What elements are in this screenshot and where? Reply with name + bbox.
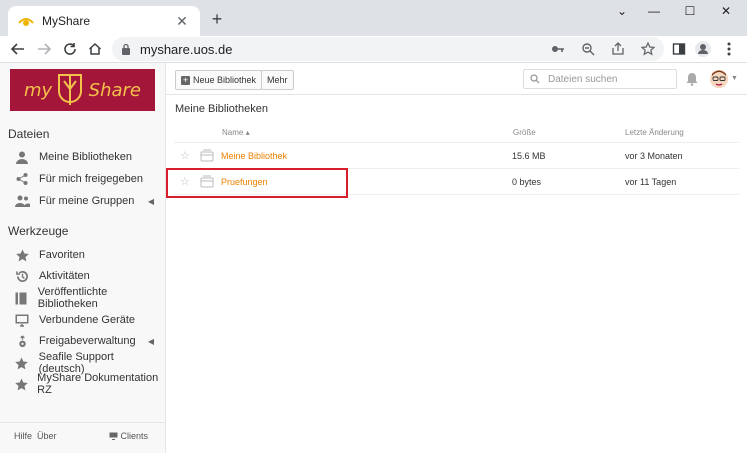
forward-icon[interactable] bbox=[34, 39, 54, 59]
sidebar-item-favorites[interactable]: Favoriten bbox=[14, 245, 160, 265]
monitor-icon bbox=[14, 312, 30, 328]
avatar-caret-icon[interactable]: ▼ bbox=[731, 75, 738, 82]
tab-search-icon[interactable]: ⌄ bbox=[612, 4, 632, 18]
column-header-name[interactable]: Name ▴ bbox=[222, 128, 250, 137]
bookmark-star-icon[interactable] bbox=[640, 41, 656, 57]
sidebar-item-label: MyShare Dokumentation RZ bbox=[37, 372, 159, 396]
back-icon[interactable] bbox=[8, 39, 28, 59]
browser-tab[interactable]: MyShare ✕ bbox=[8, 6, 200, 36]
sidebar-item-label: Veröffentlichte Bibliotheken bbox=[37, 286, 108, 310]
lock-icon bbox=[122, 43, 130, 55]
maximize-button[interactable]: ☐ bbox=[680, 4, 700, 18]
url-text: myshare.uos.de bbox=[140, 41, 233, 57]
logo-text-share: Share bbox=[88, 79, 141, 101]
star-icon bbox=[14, 376, 28, 392]
search-icon bbox=[530, 74, 540, 84]
logo-text-my: my bbox=[24, 79, 53, 101]
column-header-size[interactable]: Größe bbox=[513, 128, 536, 137]
tab-close-icon[interactable]: ✕ bbox=[174, 13, 190, 30]
star-icon bbox=[14, 355, 30, 371]
browser-menu-icon[interactable] bbox=[720, 40, 738, 58]
favorite-star-icon[interactable]: ☆ bbox=[180, 149, 190, 162]
more-label: Mehr bbox=[267, 75, 288, 85]
user-avatar[interactable] bbox=[710, 70, 728, 88]
search-box[interactable] bbox=[523, 69, 677, 89]
expand-caret-icon[interactable]: ◀ bbox=[148, 337, 154, 346]
sidebar-item-label: Für mich freigegeben bbox=[39, 173, 143, 185]
profile-icon[interactable] bbox=[694, 40, 712, 58]
sidebar-item-label: Für meine Gruppen bbox=[39, 195, 135, 207]
tools-section-title: Werkzeuge bbox=[8, 224, 69, 238]
new-tab-button[interactable]: + bbox=[208, 10, 226, 28]
clients-label: Clients bbox=[120, 431, 149, 441]
sidebar-item-shared-with-me[interactable]: Für mich freigegeben bbox=[14, 169, 160, 189]
new-library-label: Neue Bibliothek bbox=[193, 75, 257, 85]
sidebar-item-label: Aktivitäten bbox=[39, 270, 90, 282]
more-button[interactable]: Mehr bbox=[261, 70, 294, 90]
sidebar-item-my-groups[interactable]: Für meine Gruppen ◀ bbox=[14, 191, 160, 211]
logo-mark-icon bbox=[58, 74, 83, 105]
column-header-modified[interactable]: Letzte Änderung bbox=[625, 128, 684, 137]
library-modified: vor 3 Monaten bbox=[625, 151, 683, 161]
browser-titlebar: MyShare ✕ + ⌄ — ☐ ✕ bbox=[0, 0, 747, 36]
sidebar-item-label: Freigabeverwaltung bbox=[39, 335, 136, 347]
sidebar-item-label: Verbundene Geräte bbox=[39, 314, 136, 326]
sidebar-footer: Hilfe Über Clients bbox=[0, 422, 166, 453]
close-window-button[interactable]: ✕ bbox=[716, 4, 736, 18]
reload-icon[interactable] bbox=[60, 39, 80, 59]
notification-bell-icon[interactable] bbox=[686, 72, 698, 86]
library-name-link[interactable]: Meine Bibliothek bbox=[221, 151, 287, 161]
sidebar-item-label: Favoriten bbox=[39, 249, 85, 261]
sidebar-item-my-libraries[interactable]: Meine Bibliotheken bbox=[14, 147, 160, 167]
about-link[interactable]: Über bbox=[37, 431, 57, 441]
sidebar: my Share Dateien Meine Bibliotheken Für … bbox=[0, 63, 166, 453]
expand-caret-icon[interactable]: ◀ bbox=[148, 197, 154, 206]
minimize-button[interactable]: — bbox=[644, 4, 664, 18]
group-icon bbox=[14, 193, 30, 209]
history-icon bbox=[14, 268, 30, 284]
key-icon[interactable] bbox=[550, 41, 566, 57]
myshare-logo[interactable]: my Share bbox=[10, 69, 155, 111]
search-input[interactable] bbox=[548, 73, 668, 85]
library-size: 0 bytes bbox=[512, 177, 542, 187]
share-icon bbox=[14, 171, 30, 187]
myshare-favicon-icon bbox=[18, 18, 34, 26]
plus-icon: + bbox=[181, 74, 190, 85]
clients-link[interactable]: Clients bbox=[109, 431, 148, 441]
library-size: 15.6 MB bbox=[512, 151, 546, 161]
sidebar-item-label: Meine Bibliotheken bbox=[39, 151, 132, 163]
main-content: + Neue Bibliothek Mehr ▼ Meine Bibliothe… bbox=[166, 63, 747, 453]
address-bar[interactable]: myshare.uos.de bbox=[112, 37, 664, 61]
page-content: my Share Dateien Meine Bibliotheken Für … bbox=[0, 62, 747, 453]
library-icon bbox=[200, 149, 214, 162]
library-modified: vor 11 Tagen bbox=[625, 177, 677, 187]
zoom-icon[interactable] bbox=[580, 41, 596, 57]
top-bar: + Neue Bibliothek Mehr ▼ bbox=[166, 63, 747, 95]
monitor-icon bbox=[109, 432, 118, 440]
sidebar-item-seafile-support[interactable]: Seafile Support (deutsch) bbox=[14, 351, 160, 375]
star-icon bbox=[14, 247, 30, 263]
sidebar-item-published-libraries[interactable]: Veröffentlichte Bibliotheken bbox=[14, 286, 160, 310]
help-link[interactable]: Hilfe bbox=[14, 431, 32, 441]
table-header: Name ▴ Größe Letzte Änderung bbox=[174, 121, 739, 143]
sidebar-item-myshare-docs[interactable]: MyShare Dokumentation RZ bbox=[14, 372, 160, 396]
book-icon bbox=[14, 290, 29, 306]
sidebar-item-share-admin[interactable]: Freigabeverwaltung ◀ bbox=[14, 331, 160, 351]
share-manage-icon bbox=[14, 333, 30, 349]
table-row[interactable]: ☆ Meine Bibliothek 15.6 MB vor 3 Monaten bbox=[174, 143, 739, 169]
page-title: Meine Bibliotheken bbox=[175, 103, 268, 115]
side-panel-icon[interactable] bbox=[670, 40, 688, 58]
share-page-icon[interactable] bbox=[610, 41, 626, 57]
browser-toolbar: myshare.uos.de bbox=[0, 36, 747, 62]
user-icon bbox=[14, 149, 30, 165]
new-library-button[interactable]: + Neue Bibliothek bbox=[175, 70, 263, 90]
home-icon[interactable] bbox=[85, 39, 105, 59]
sidebar-item-connected-devices[interactable]: Verbundene Geräte bbox=[14, 310, 160, 330]
sidebar-item-activities[interactable]: Aktivitäten bbox=[14, 266, 160, 286]
tab-title: MyShare bbox=[42, 14, 91, 28]
files-section-title: Dateien bbox=[8, 127, 50, 141]
highlight-box bbox=[166, 168, 348, 198]
